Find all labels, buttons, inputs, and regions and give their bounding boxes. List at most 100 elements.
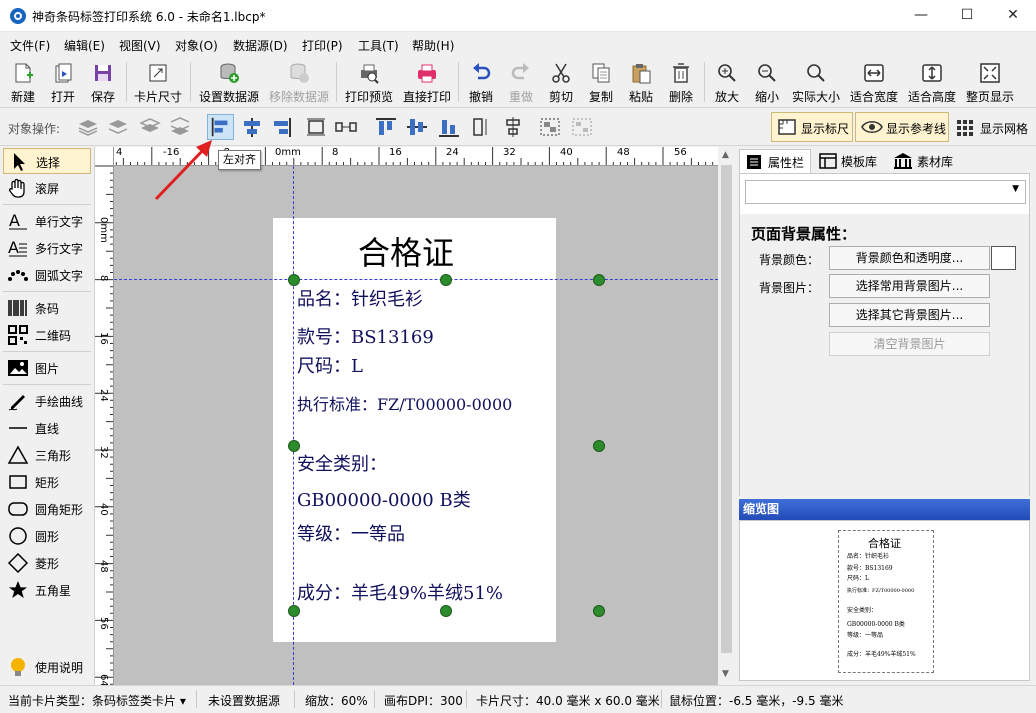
remove-datasource-button[interactable]: 移除数据源 [266, 60, 332, 104]
menu-tools[interactable]: 工具(T) [358, 37, 399, 54]
show-guides-toggle[interactable]: 显示参考线 [855, 112, 949, 142]
menu-print[interactable]: 打印(P) [302, 37, 343, 54]
menu-object[interactable]: 对象(O) [175, 37, 218, 54]
redo-button[interactable]: 重做 [502, 60, 540, 104]
object-selector-dropdown[interactable]: ▼ [745, 180, 1026, 204]
tool-rect[interactable]: 矩形 [3, 469, 91, 495]
show-ruler-toggle[interactable]: 显示标尺 [771, 112, 853, 142]
selection-handle[interactable] [593, 605, 605, 617]
save-button[interactable]: 保存 [84, 60, 122, 104]
actual-size-button[interactable]: 实际大小 [788, 60, 844, 104]
tool-star[interactable]: 五角星 [3, 577, 91, 603]
align-top-icon[interactable] [374, 116, 398, 138]
grid-icon[interactable] [956, 119, 974, 137]
tool-barcode[interactable]: 条码 [3, 295, 91, 321]
same-width-icon[interactable] [469, 116, 493, 138]
label-title[interactable]: 合格证 [358, 228, 454, 274]
menu-help[interactable]: 帮助(H) [412, 37, 454, 54]
align-bottom-icon[interactable] [437, 116, 461, 138]
selection-handle[interactable] [440, 605, 452, 617]
undo-button[interactable]: 撤销 [462, 60, 500, 104]
tool-line[interactable]: 直线 [3, 415, 91, 441]
tab-materials[interactable]: 素材库 [891, 149, 963, 173]
label-text-line[interactable]: GB00000-0000 B类 [297, 486, 471, 512]
bg-color-swatch[interactable] [991, 246, 1016, 270]
design-canvas[interactable]: 合格证 品名：针织毛衫 款号：BS13169 尺码：L 执行标准：FZ/T000… [114, 166, 718, 685]
show-grid-label[interactable]: 显示网格 [980, 120, 1028, 137]
tool-arc-text[interactable]: 圆弧文字 [3, 262, 91, 288]
distribute-horizontal-icon[interactable] [304, 116, 328, 138]
tool-multi-text[interactable]: A 多行文字 [3, 235, 91, 261]
paste-button[interactable]: 粘贴 [622, 60, 660, 104]
label-card[interactable]: 合格证 品名：针织毛衫 款号：BS13169 尺码：L 执行标准：FZ/T000… [273, 218, 556, 642]
thumbnail-preview[interactable]: 合格证 品名：针织毛衫 款号：BS13169 尺码：L 执行标准：FZ/T000… [739, 520, 1030, 681]
same-height-icon[interactable] [501, 116, 525, 138]
menu-edit[interactable]: 编辑(E) [64, 37, 105, 54]
tool-help[interactable]: 使用说明 [3, 654, 91, 680]
clear-image-button[interactable]: 清空背景图片 [829, 332, 990, 356]
align-middle-icon[interactable] [405, 116, 429, 138]
selection-handle[interactable] [593, 274, 605, 286]
maximize-button[interactable]: ☐ [944, 0, 990, 32]
tool-freehand[interactable]: 手绘曲线 [3, 388, 91, 414]
new-button[interactable]: 新建 [4, 60, 42, 104]
tab-templates[interactable]: 模板库 [815, 149, 887, 173]
minimize-button[interactable]: — [898, 0, 944, 32]
direct-print-button[interactable]: 直接打印 [400, 60, 454, 104]
delete-button[interactable]: 删除 [662, 60, 700, 104]
menu-datasource[interactable]: 数据源(D) [233, 37, 288, 54]
align-right-icon[interactable] [270, 116, 294, 138]
tool-qrcode[interactable]: 二维码 [3, 322, 91, 348]
fit-page-button[interactable]: 整页显示 [962, 60, 1018, 104]
label-text-line[interactable]: 尺码：L [297, 352, 363, 378]
fit-height-button[interactable]: 适合高度 [904, 60, 960, 104]
align-center-horizontal-icon[interactable] [240, 116, 264, 138]
selection-handle[interactable] [593, 440, 605, 452]
layer-up-icon[interactable] [106, 116, 130, 138]
close-button[interactable]: ✕ [990, 0, 1036, 32]
card-size-button[interactable]: 卡片尺寸 [130, 60, 186, 104]
scroll-up-icon[interactable]: ▲ [722, 150, 729, 160]
label-text-line[interactable]: 等级：一等品 [297, 520, 405, 546]
scroll-down-icon[interactable]: ▼ [722, 669, 729, 679]
tool-circle[interactable]: 圆形 [3, 523, 91, 549]
copy-button[interactable]: 复制 [582, 60, 620, 104]
distribute-vertical-icon[interactable] [334, 116, 358, 138]
group-icon[interactable] [538, 116, 562, 138]
cut-button[interactable]: 剪切 [542, 60, 580, 104]
menu-file[interactable]: 文件(F) [10, 37, 50, 54]
ungroup-icon[interactable] [570, 116, 594, 138]
print-preview-button[interactable]: 打印预览 [342, 60, 396, 104]
tool-round-rect[interactable]: 圆角矩形 [3, 496, 91, 522]
label-text-line[interactable]: 安全类别： [297, 450, 387, 476]
bg-color-button[interactable]: 背景颜色和透明度... [829, 246, 990, 270]
status-card-type[interactable]: 当前卡片类型：条码标签类卡片 ▾ [8, 692, 186, 709]
label-text-line[interactable]: 成分：羊毛49%羊绒51% [297, 579, 503, 605]
label-text-line[interactable]: 执行标准：FZ/T00000-0000 [297, 391, 512, 415]
guide-line-horizontal[interactable] [114, 279, 718, 280]
select-other-image-button[interactable]: 选择其它背景图片... [829, 303, 990, 327]
tool-diamond[interactable]: 菱形 [3, 550, 91, 576]
set-datasource-button[interactable]: 设置数据源 [196, 60, 262, 104]
scrollbar-thumb[interactable] [721, 165, 732, 653]
selection-handle[interactable] [288, 274, 300, 286]
selection-handle[interactable] [440, 274, 452, 286]
tool-scroll[interactable]: 滚屏 [3, 175, 91, 201]
tab-properties[interactable]: 属性栏 [739, 149, 811, 173]
zoom-in-button[interactable]: 放大 [708, 60, 746, 104]
layer-top-icon[interactable] [76, 116, 100, 138]
select-common-image-button[interactable]: 选择常用背景图片... [829, 274, 990, 298]
menu-view[interactable]: 视图(V) [119, 37, 161, 54]
selection-handle[interactable] [288, 440, 300, 452]
tool-single-text[interactable]: A 单行文字 [3, 208, 91, 234]
label-text-line[interactable]: 款号：BS13169 [297, 323, 434, 349]
selection-handle[interactable] [288, 605, 300, 617]
tool-select[interactable]: 选择 [3, 148, 91, 174]
fit-width-button[interactable]: 适合宽度 [846, 60, 902, 104]
tool-triangle[interactable]: 三角形 [3, 442, 91, 468]
zoom-out-button[interactable]: 缩小 [748, 60, 786, 104]
tool-image[interactable]: 图片 [3, 355, 91, 381]
open-button[interactable]: 打开 [44, 60, 82, 104]
label-text-line[interactable]: 品名：针织毛衫 [297, 285, 423, 311]
canvas-scrollbar[interactable]: ▲ ▼ [718, 147, 735, 685]
